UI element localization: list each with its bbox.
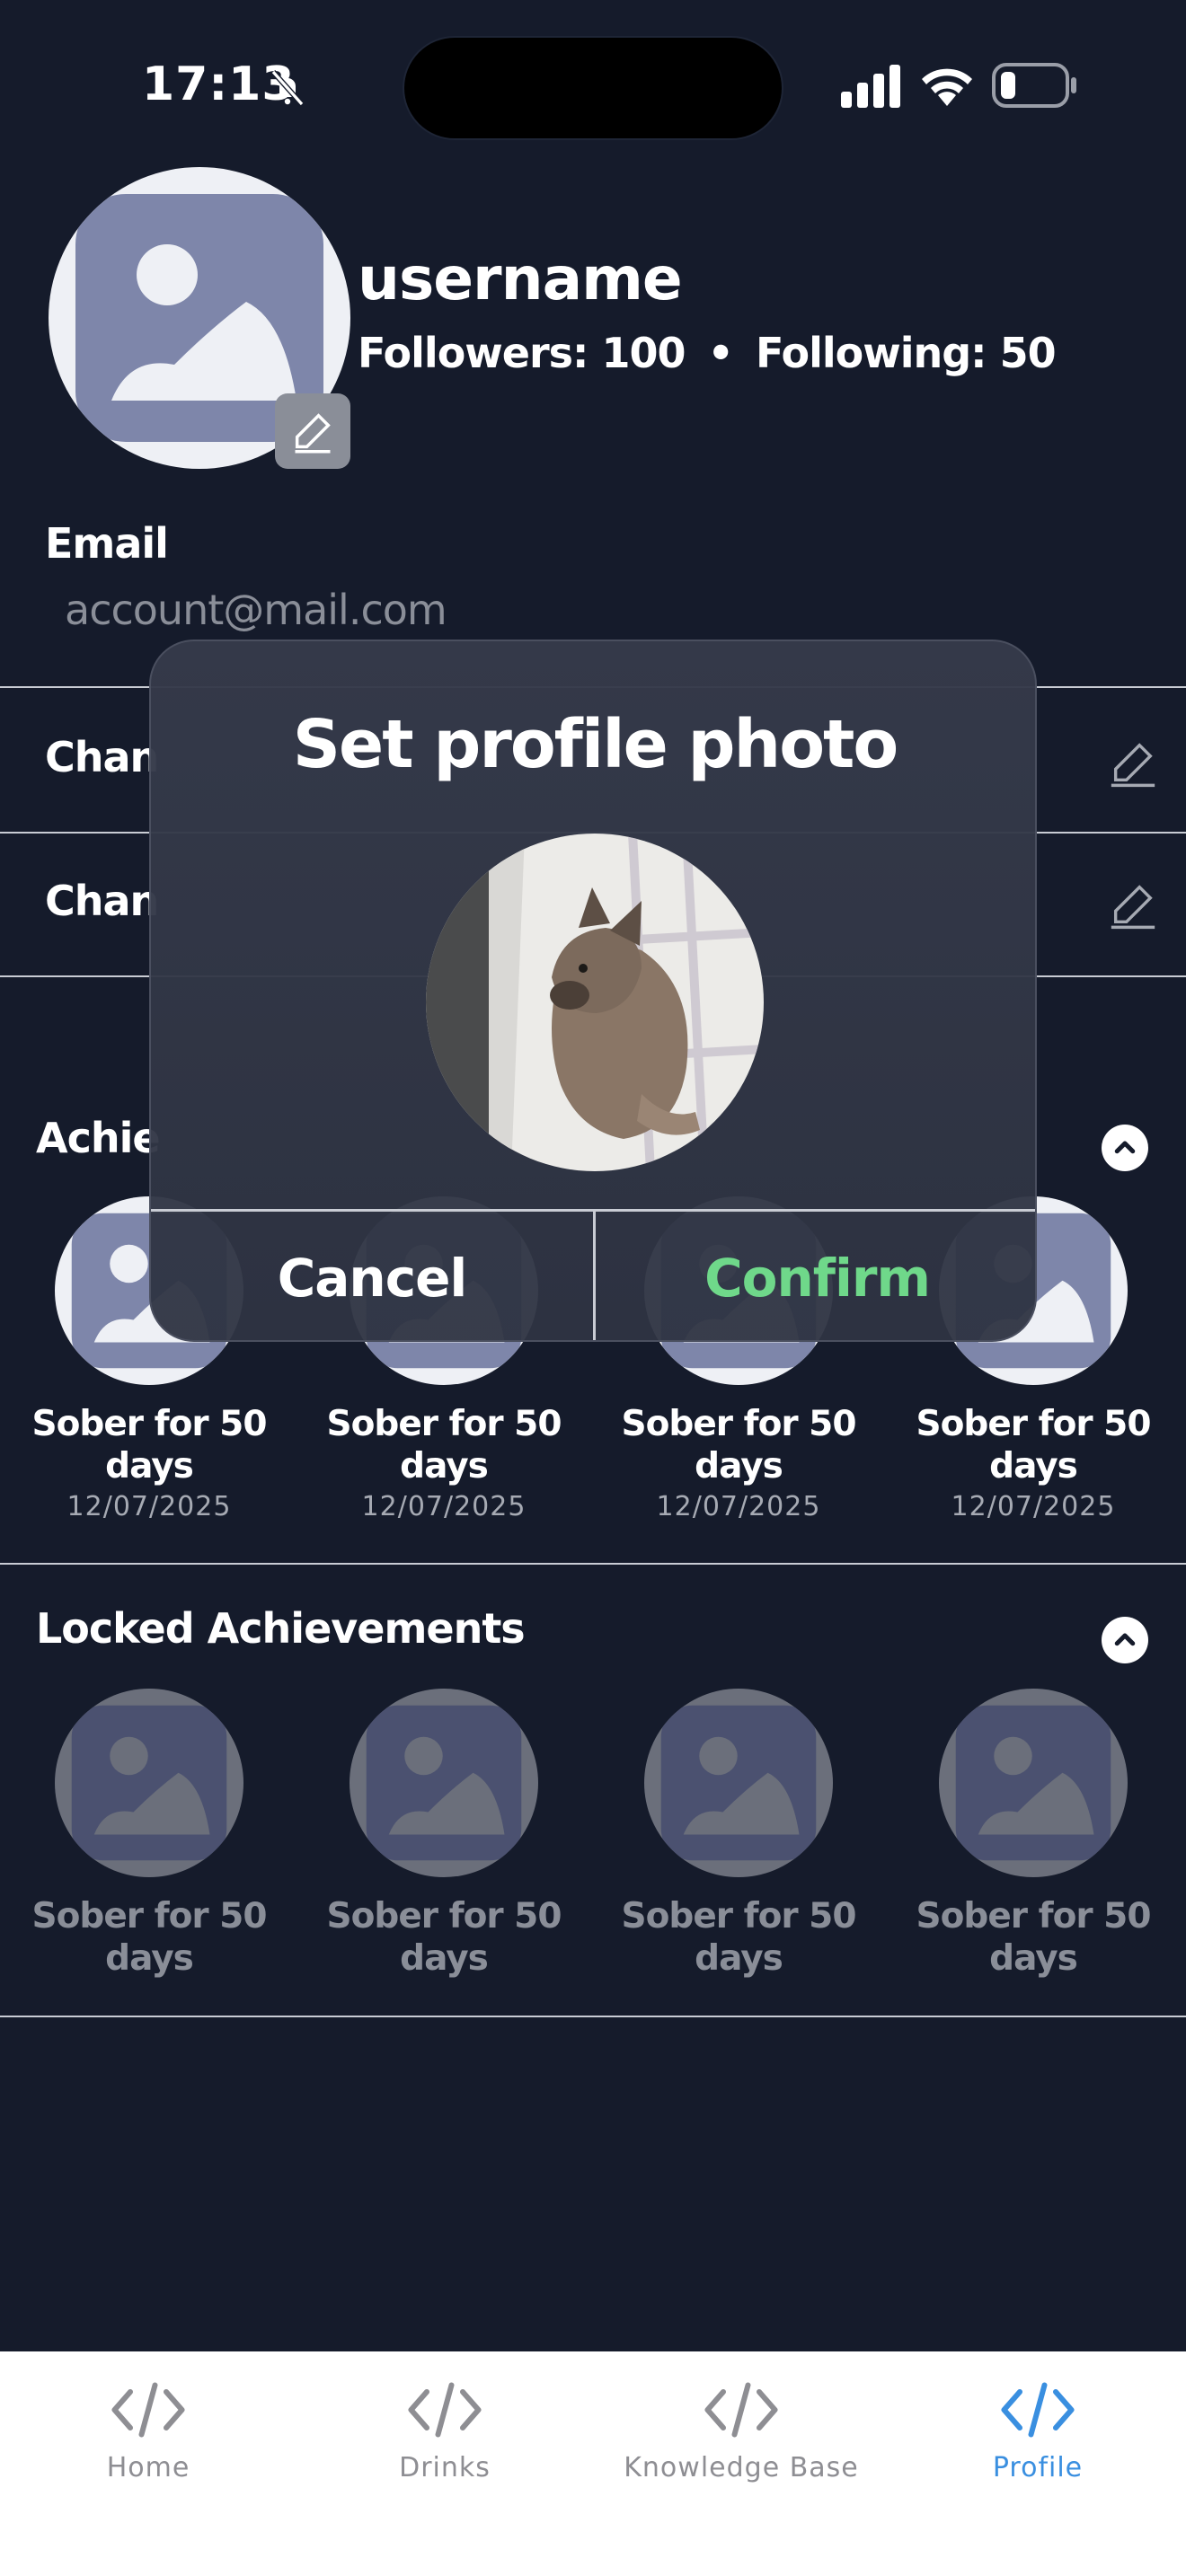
locked-achievement-title: Sober for 50 days [31, 1896, 268, 1979]
tab-profile[interactable]: Profile [890, 2378, 1186, 2483]
pencil-icon[interactable] [1107, 737, 1159, 789]
locked-achievement-badge [939, 1689, 1128, 1877]
locked-achievement-item[interactable]: Sober for 50 days [604, 1689, 873, 1980]
locked-achievement-item[interactable]: Sober for 50 days [14, 1689, 284, 1980]
locked-achievements-title: Locked Achievements [36, 1604, 526, 1653]
chevron-up-icon [1114, 1633, 1136, 1646]
locked-achievement-badge [644, 1689, 833, 1877]
code-icon [111, 2382, 185, 2438]
tab-label: Drinks [399, 2452, 491, 2483]
pencil-icon[interactable] [1107, 878, 1159, 931]
bell-muted-icon [270, 70, 305, 106]
cancel-button[interactable]: Cancel [151, 1212, 593, 1340]
locked-achievement-item[interactable]: Sober for 50 days [309, 1689, 579, 1980]
email-value: account@mail.com [65, 586, 447, 634]
tab-knowledge-base[interactable]: Knowledge Base [593, 2378, 890, 2483]
locked-achievement-title: Sober for 50 days [326, 1896, 562, 1979]
achievement-title: Sober for 50 days [916, 1404, 1152, 1486]
collapse-achievements-button[interactable] [1102, 1125, 1148, 1171]
following-count[interactable]: Following: 50 [756, 329, 1057, 377]
tab-drinks[interactable]: Drinks [296, 2378, 593, 2483]
settings-row-label[interactable]: Chan [45, 877, 159, 925]
achievement-date: 12/07/2025 [361, 1491, 527, 1522]
tab-label: Profile [992, 2452, 1084, 2483]
divider [0, 2016, 1186, 2017]
battery-icon [992, 63, 1076, 108]
image-placeholder-icon [660, 1705, 817, 1861]
achievement-title: Sober for 50 days [31, 1404, 268, 1486]
image-placeholder-icon [955, 1705, 1111, 1861]
confirm-button[interactable]: Confirm [596, 1212, 1035, 1340]
code-icon [1001, 2382, 1075, 2438]
image-placeholder-icon [71, 1705, 227, 1861]
dialog-title: Set profile photo [292, 706, 899, 783]
locked-achievement-title: Sober for 50 days [916, 1896, 1152, 1979]
selected-photo-preview [426, 834, 764, 1171]
edit-avatar-button[interactable] [275, 393, 350, 469]
locked-achievement-item[interactable]: Sober for 50 days [898, 1689, 1168, 1980]
achievement-date: 12/07/2025 [951, 1491, 1116, 1522]
tab-label: Knowledge Base [624, 2452, 859, 2483]
stats-separator: • [707, 329, 734, 377]
pencil-icon [295, 413, 331, 454]
email-label: Email [45, 519, 169, 568]
set-photo-dialog: Set profile photo Cancel Confirm [149, 640, 1037, 1342]
dynamic-island [403, 36, 783, 140]
achievement-date: 12/07/2025 [656, 1491, 821, 1522]
chevron-up-icon [1114, 1141, 1136, 1154]
username: username [358, 244, 683, 313]
achievement-title: Sober for 50 days [326, 1404, 562, 1486]
locked-achievement-badge [55, 1689, 243, 1877]
follow-stats: Followers: 100 • Following: 50 [358, 329, 1057, 377]
code-icon [408, 2382, 482, 2438]
signal-icon [841, 65, 900, 108]
wifi-icon [922, 68, 972, 106]
collapse-locked-achievements-button[interactable] [1102, 1617, 1148, 1663]
divider [0, 1563, 1186, 1565]
tab-label: Home [106, 2452, 190, 2483]
dog-photo-image [426, 834, 764, 1171]
locked-achievement-badge [350, 1689, 538, 1877]
achievement-title: Sober for 50 days [621, 1404, 857, 1486]
achievement-date: 12/07/2025 [66, 1491, 232, 1522]
followers-count[interactable]: Followers: 100 [358, 329, 686, 377]
locked-achievement-title: Sober for 50 days [621, 1896, 857, 1979]
settings-row-label[interactable]: Chan [45, 733, 159, 781]
tab-home[interactable]: Home [0, 2378, 296, 2483]
code-icon [704, 2382, 778, 2438]
achievements-title: Achie [36, 1114, 161, 1162]
image-placeholder-icon [366, 1705, 522, 1861]
